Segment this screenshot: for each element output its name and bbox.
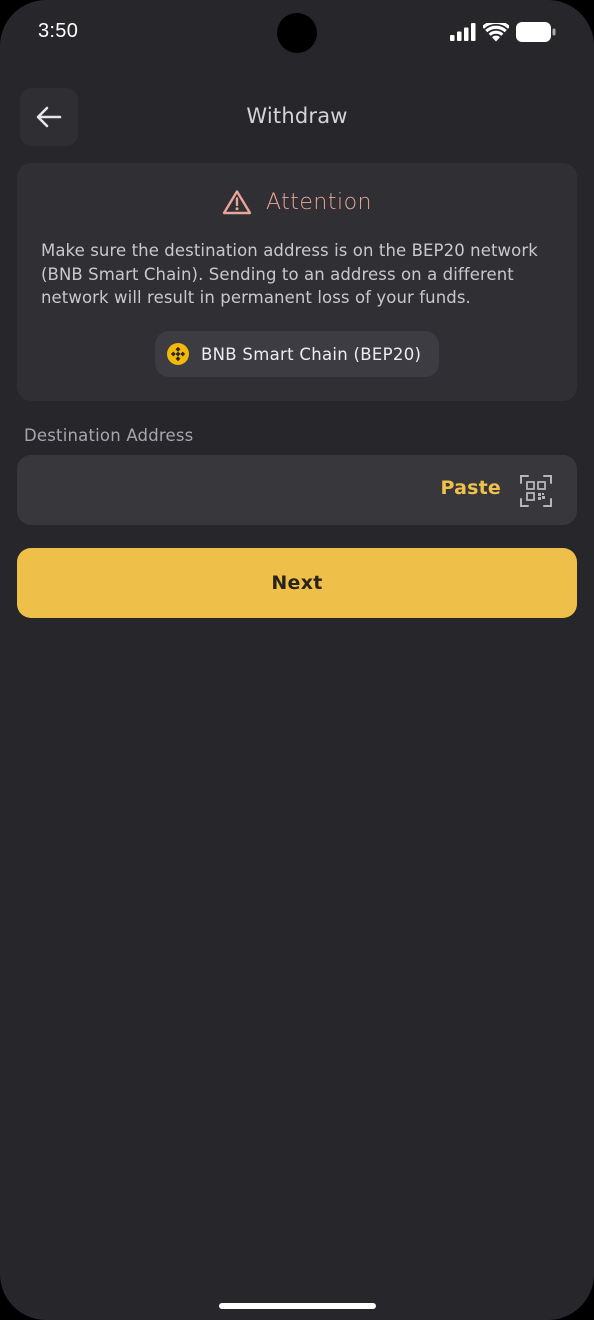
status-time: 3:50 (38, 20, 79, 42)
header: Withdraw (0, 88, 594, 146)
paste-button[interactable]: Paste (440, 477, 501, 499)
destination-address-input[interactable] (37, 455, 441, 527)
bnb-coin-icon (167, 343, 189, 365)
qr-scan-icon (520, 475, 552, 507)
phone-screen: 3:50 Withdraw Attention Make sure the de… (0, 0, 594, 1320)
attention-title: Attention (265, 189, 373, 215)
page-title: Withdraw (246, 104, 348, 128)
destination-address-field: Paste (17, 455, 577, 527)
attention-card: Attention Make sure the destination addr… (17, 163, 577, 401)
warning-triangle-icon (222, 190, 252, 215)
qr-scan-button[interactable] (519, 474, 553, 508)
destination-address-label: Destination Address (24, 426, 194, 445)
front-camera (277, 13, 317, 53)
home-indicator[interactable] (219, 1303, 376, 1309)
battery-icon (516, 22, 556, 42)
cellular-signal-icon (450, 23, 476, 41)
status-bar: 3:50 (0, 0, 594, 66)
attention-message: Make sure the destination address is on … (41, 241, 538, 307)
network-chip: BNB Smart Chain (BEP20) (155, 331, 439, 377)
attention-heading: Attention (17, 189, 577, 215)
next-button[interactable]: Next (17, 548, 577, 618)
network-label: BNB Smart Chain (BEP20) (201, 344, 422, 364)
wifi-icon (483, 22, 509, 41)
status-icons (450, 22, 556, 42)
